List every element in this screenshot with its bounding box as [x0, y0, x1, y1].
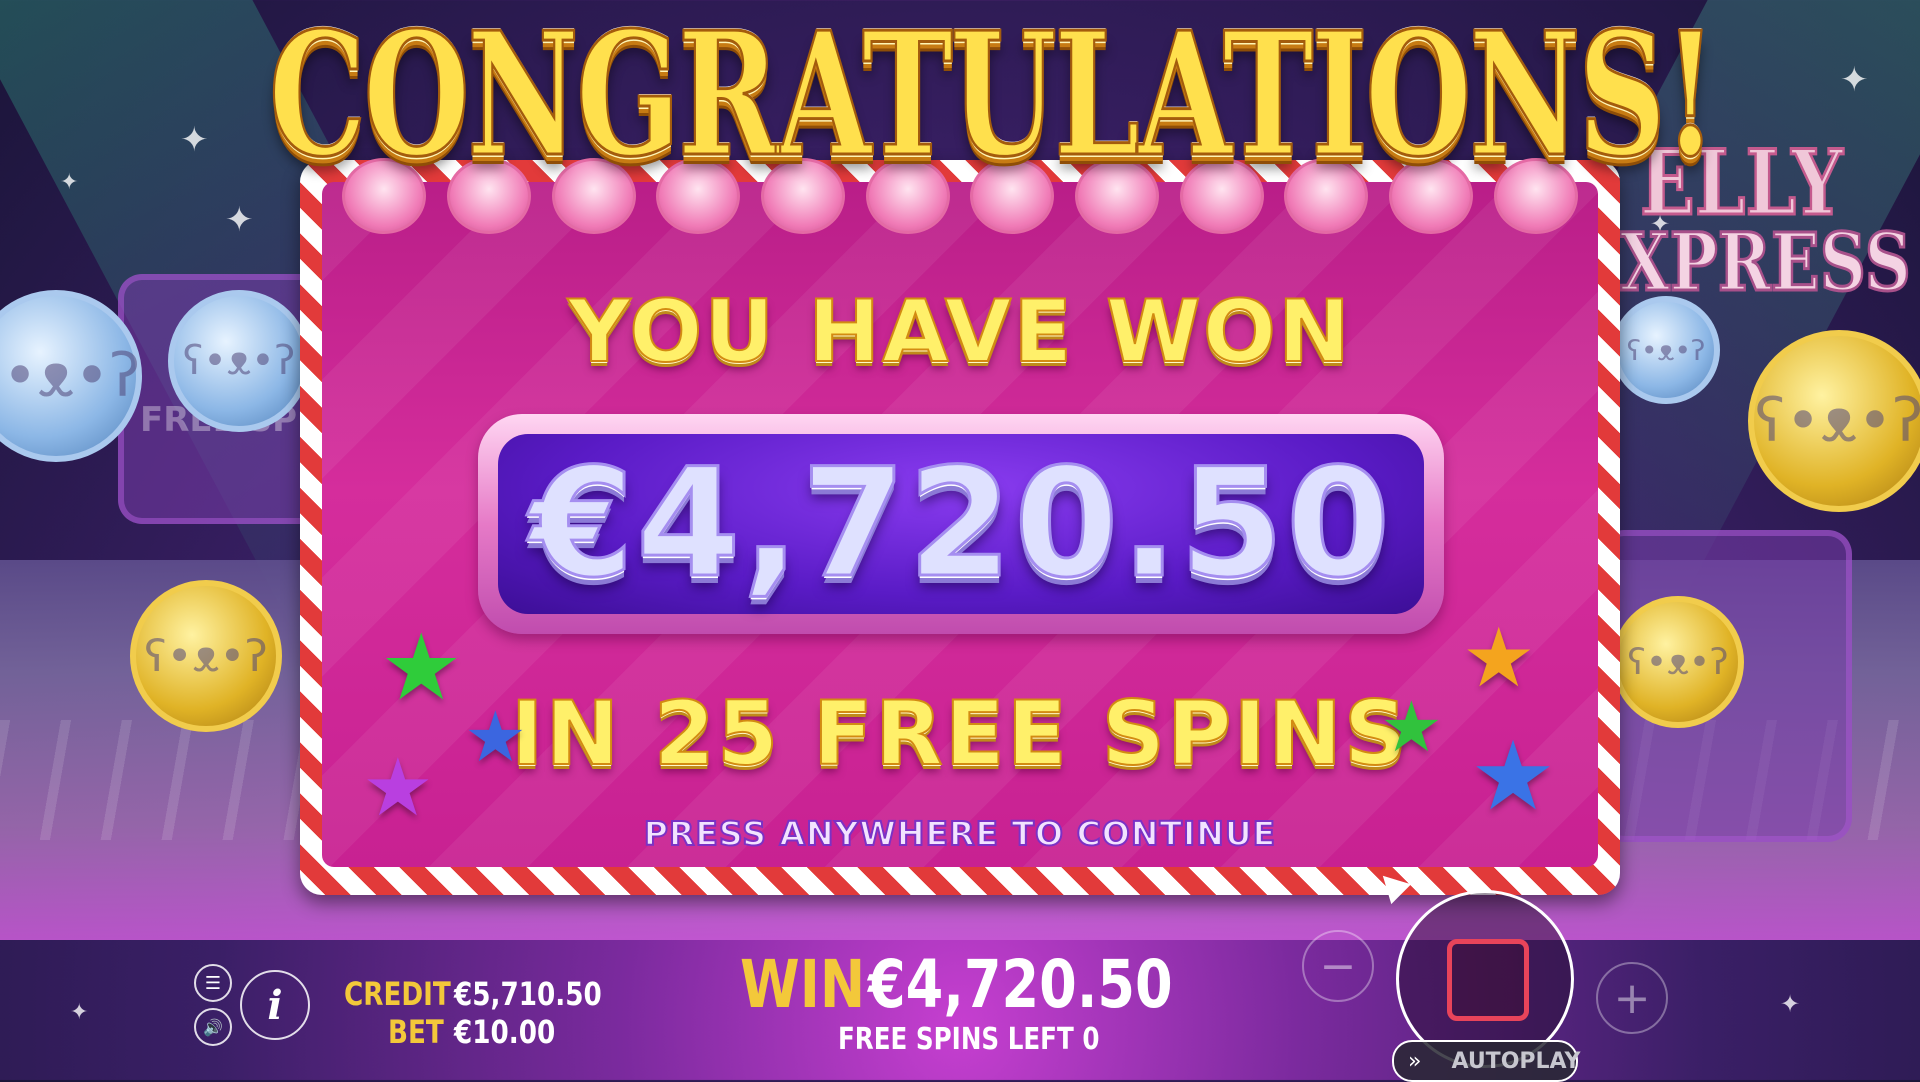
green-star-icon: ★ [1380, 686, 1443, 768]
sparkle-icon: ✦ [60, 170, 79, 195]
credit-value: €5,710.50 [454, 975, 602, 1013]
bear-coin-icon: ʕ•ᴥ•ʔ [1612, 596, 1744, 728]
bet-increase-button[interactable]: + [1596, 962, 1668, 1034]
you-have-won-label: YOU HAVE WON [567, 281, 1352, 383]
congratulations-title: CONGRATULATIONS! [268, 0, 1719, 195]
bear-coin-icon: ʕ•ᴥ•ʔ [168, 290, 310, 432]
win-value: €4,720.50 [868, 946, 1173, 1023]
sparkle-icon: ✦ [225, 200, 254, 240]
autoplay-label: AUTOPLAY [1451, 1048, 1581, 1074]
bear-coin-icon: ʕ•ᴥ•ʔ [1748, 330, 1920, 512]
sparkle-icon: ✦ [1840, 60, 1869, 100]
win-popup[interactable]: YOU HAVE WON €4,720.50 IN 25 FREE SPINS … [300, 158, 1620, 895]
win-label: WIN [740, 946, 866, 1023]
sparkle-icon: ✦ [180, 120, 209, 160]
free-spins-left: FREE SPINS LEFT 0 [838, 1022, 1100, 1057]
game-logo-bottom: XPRESS [1619, 214, 1912, 311]
bet-value: €10.00 [454, 1013, 556, 1051]
bear-coin-icon: ʕ•ᴥ•ʔ [130, 580, 282, 732]
blue-star-icon: ★ [464, 696, 527, 778]
stop-square-icon [1447, 939, 1529, 1021]
bear-coin-icon: ʕ•ᴥ•ʔ [1612, 296, 1720, 404]
orange-star-icon: ★ [1462, 611, 1536, 706]
autoplay-button[interactable]: » AUTOPLAY [1392, 1040, 1581, 1082]
win-amount-inner: €4,720.50 [498, 434, 1424, 614]
green-star-icon: ★ [380, 614, 463, 721]
bottom-hud: ☰ 🔊 i CREDIT €5,710.50 BET €10.00 WIN €4… [0, 930, 1920, 1080]
popup-panel: YOU HAVE WON €4,720.50 IN 25 FREE SPINS … [322, 158, 1598, 867]
bet-decrease-button[interactable]: − [1302, 930, 1374, 1002]
bet-label: BET [388, 1013, 444, 1051]
speaker-icon[interactable]: 🔊 [194, 1008, 232, 1046]
credit-label: CREDIT [344, 975, 451, 1013]
minus-icon: − [1319, 940, 1357, 992]
autoplay-icon: » [1408, 1048, 1422, 1074]
plus-icon: + [1613, 972, 1651, 1024]
continue-prompt[interactable]: PRESS ANYWHERE TO CONTINUE [322, 813, 1598, 854]
win-amount-box: €4,720.50 [478, 414, 1444, 634]
info-icon[interactable]: i [240, 970, 310, 1040]
blue-star-icon: ★ [1470, 720, 1557, 832]
win-amount: €4,720.50 [528, 436, 1393, 613]
purple-star-icon: ★ [362, 741, 434, 834]
menu-icon[interactable]: ☰ [194, 964, 232, 1002]
